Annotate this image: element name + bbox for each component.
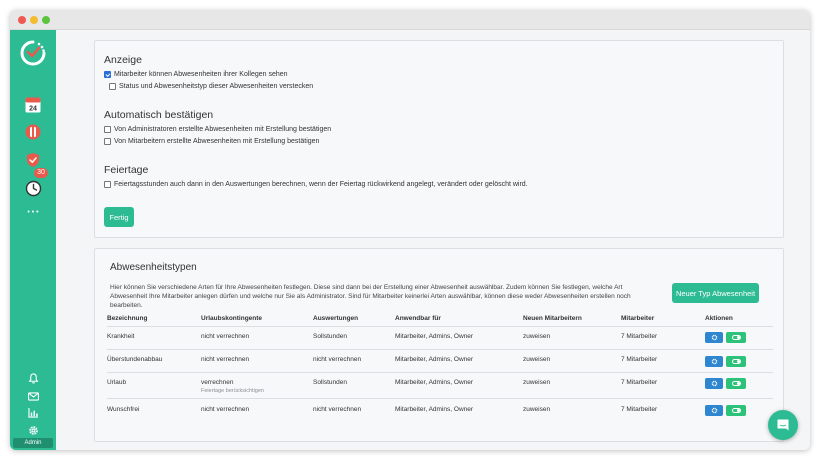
auto-confirm-option-2[interactable]: Von Mitarbeitern erstellte Abwesenheiten…: [104, 138, 319, 145]
table-row: Urlaub verrechnen Feiertage berücksichti…: [107, 372, 773, 398]
column-header-applies: Anwendbar für: [395, 315, 441, 322]
row-new-employees: zuweisen: [523, 379, 551, 386]
column-header-reports: Auswertungen: [313, 315, 359, 322]
app-window: 24 30 • • • Admin Anzeige Mitarbeiter kö…: [10, 10, 810, 450]
row-quota: verrechnen: [201, 379, 234, 386]
auto-confirm-option-1-label: Von Administratoren erstellte Abwesenhei…: [114, 126, 332, 133]
toggle-icon[interactable]: [726, 356, 746, 367]
gear-action-icon[interactable]: [705, 378, 723, 389]
absence-types-title: Abwesenheitstypen: [110, 262, 197, 273]
holidays-option-1[interactable]: Feiertagsstunden auch dann in den Auswer…: [104, 181, 528, 188]
auto-confirm-option-2-checkbox[interactable]: [104, 138, 111, 145]
row-applies: Mitarbeiter, Admins, Owner: [395, 406, 474, 413]
row-name: Krankheit: [107, 333, 135, 340]
chat-icon[interactable]: [768, 410, 798, 440]
table-row: Überstundenabbau nicht verrechnen nicht …: [107, 349, 773, 372]
row-reports: Sollstunden: [313, 333, 347, 340]
calendar-icon[interactable]: 24: [23, 94, 43, 114]
display-heading: Anzeige: [104, 54, 142, 66]
maximize-window-button[interactable]: [42, 16, 50, 24]
row-reports: nicht verrechnen: [313, 356, 362, 363]
row-quota: nicht verrechnen: [201, 406, 250, 413]
row-employees: 7 Mitarbeiter: [621, 333, 658, 340]
toggle-icon[interactable]: [726, 378, 746, 389]
auto-confirm-heading: Automatisch bestätigen: [104, 109, 214, 121]
toggle-icon[interactable]: [726, 332, 746, 343]
main-content: Anzeige Mitarbeiter können Abwesenheiten…: [56, 30, 810, 450]
done-button[interactable]: Fertig: [104, 207, 134, 227]
title-bar: [10, 10, 810, 30]
row-name: Wunschfrei: [107, 406, 140, 413]
admin-label[interactable]: Admin: [13, 438, 53, 448]
display-option-2-checkbox[interactable]: [109, 83, 116, 90]
display-option-1-label: Mitarbeiter können Abwesenheiten ihrer K…: [114, 71, 288, 78]
settings-panel: Anzeige Mitarbeiter können Abwesenheiten…: [94, 40, 784, 238]
minimize-window-button[interactable]: [30, 16, 38, 24]
auto-confirm-option-1-checkbox[interactable]: [104, 126, 111, 133]
shield-icon[interactable]: [23, 150, 43, 170]
row-applies: Mitarbeiter, Admins, Owner: [395, 356, 474, 363]
holidays-option-1-checkbox[interactable]: [104, 181, 111, 188]
sidebar: 24 30 • • • Admin: [10, 30, 56, 450]
gear-action-icon[interactable]: [705, 405, 723, 416]
new-absence-type-button[interactable]: Neuer Typ Abwesenheit: [672, 283, 759, 303]
display-option-2-label: Status und Abwesenheitstyp dieser Abwese…: [119, 83, 314, 90]
close-window-button[interactable]: [18, 16, 26, 24]
gear-icon[interactable]: [23, 420, 43, 440]
auto-confirm-option-1[interactable]: Von Administratoren erstellte Abwesenhei…: [104, 126, 331, 133]
calendar-day: 24: [29, 105, 37, 112]
row-name: Überstundenabbau: [107, 356, 163, 363]
table-row: Krankheit nicht verrechnen Sollstunden M…: [107, 326, 773, 349]
absence-types-panel: Abwesenheitstypen Hier können Sie versch…: [94, 248, 784, 442]
column-header-new-employees: Neuen Mitarbeitern: [523, 315, 582, 322]
display-option-1[interactable]: Mitarbeiter können Abwesenheiten ihrer K…: [104, 71, 288, 78]
bell-icon[interactable]: [23, 368, 43, 388]
holidays-heading: Feiertage: [104, 164, 149, 176]
holidays-option-1-label: Feiertagsstunden auch dann in den Auswer…: [114, 181, 528, 188]
display-option-2[interactable]: Status und Abwesenheitstyp dieser Abwese…: [109, 83, 313, 90]
gear-action-icon[interactable]: [705, 332, 723, 343]
row-new-employees: zuweisen: [523, 356, 551, 363]
row-reports: Sollstunden: [313, 379, 347, 386]
more-icon[interactable]: • • •: [23, 202, 43, 222]
row-applies: Mitarbeiter, Admins, Owner: [395, 379, 474, 386]
toggle-icon[interactable]: [726, 405, 746, 416]
table-row: Wunschfrei nicht verrechnen nicht verrec…: [107, 398, 773, 421]
row-employees: 7 Mitarbeiter: [621, 379, 658, 386]
logo-clock-icon[interactable]: [18, 38, 48, 68]
display-option-1-checkbox[interactable]: [104, 71, 111, 78]
absence-types-description: Hier können Sie verschiedene Arten für I…: [110, 284, 631, 309]
row-quota: nicht verrechnen: [201, 333, 250, 340]
vacation-icon[interactable]: [23, 122, 43, 142]
row-reports: nicht verrechnen: [313, 406, 362, 413]
overtime-clock-icon[interactable]: [23, 178, 43, 198]
row-employees: 7 Mitarbeiter: [621, 406, 658, 413]
overtime-badge: 30: [34, 168, 48, 178]
auto-confirm-option-2-label: Von Mitarbeitern erstellte Abwesenheiten…: [114, 138, 320, 145]
row-new-employees: zuweisen: [523, 333, 551, 340]
column-header-actions: Aktionen: [705, 315, 733, 322]
row-applies: Mitarbeiter, Admins, Owner: [395, 333, 474, 340]
row-name: Urlaub: [107, 379, 127, 386]
column-header-quota: Urlaubskontingente: [201, 315, 263, 322]
gear-action-icon[interactable]: [705, 356, 723, 367]
row-quota-note: Feiertage berücksichtigen: [201, 388, 264, 394]
column-header-employees: Mitarbeiter: [621, 315, 655, 322]
column-header-name: Bezeichnung: [107, 315, 148, 322]
row-employees: 7 Mitarbeiter: [621, 356, 658, 363]
row-new-employees: zuweisen: [523, 406, 551, 413]
row-quota: nicht verrechnen: [201, 356, 250, 363]
